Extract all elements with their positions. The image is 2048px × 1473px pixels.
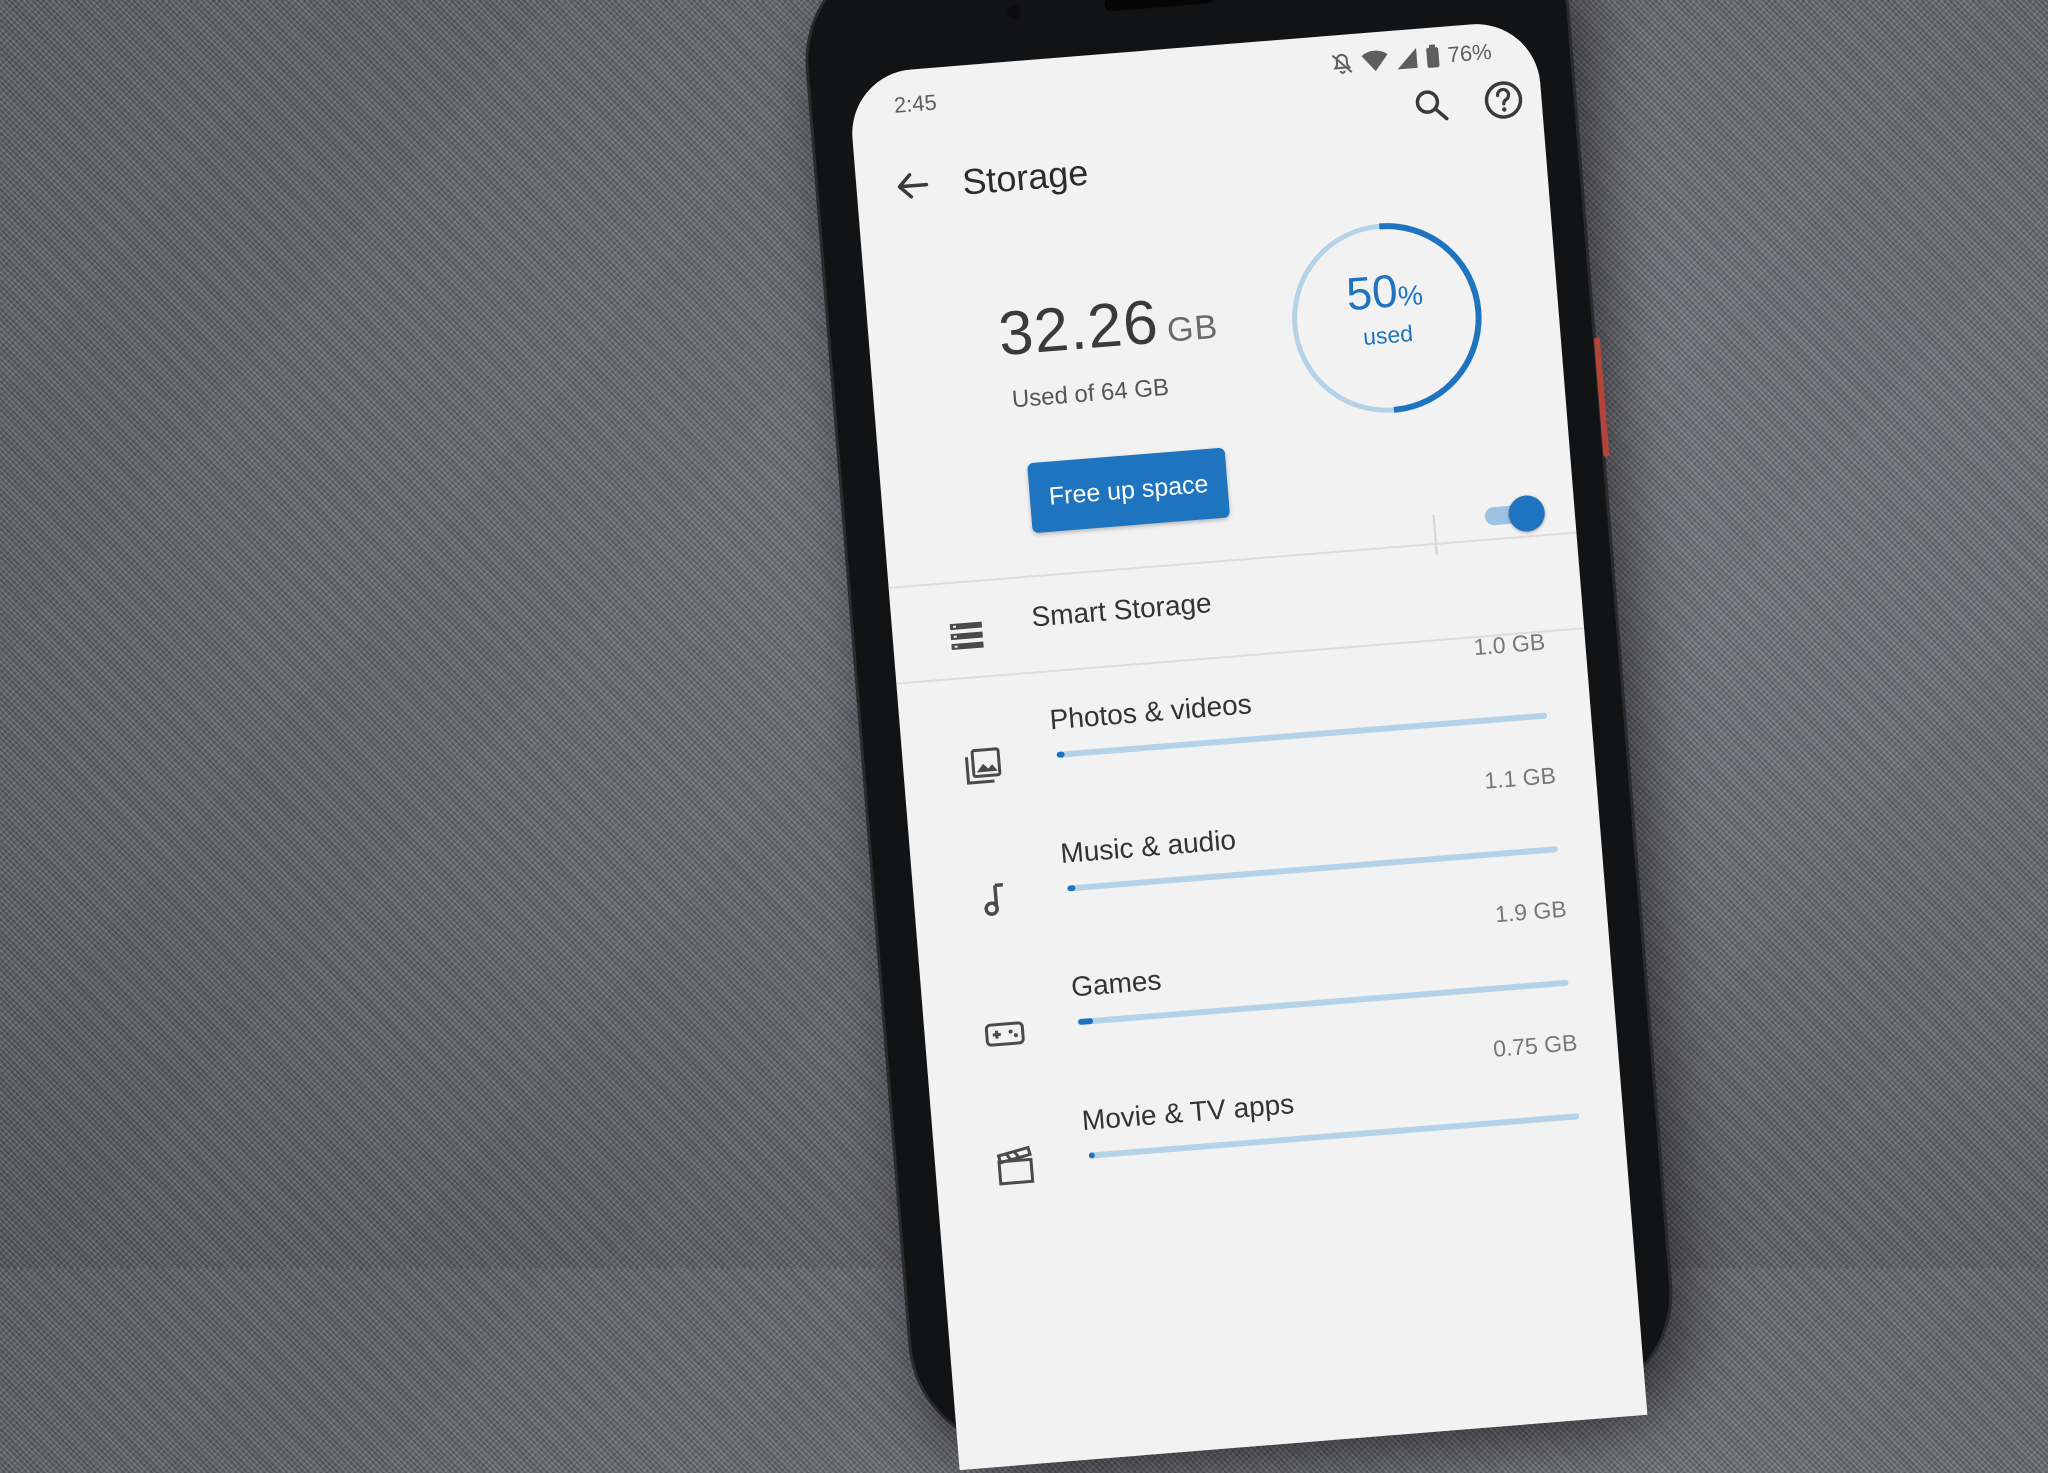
status-icons: 76%	[1329, 39, 1493, 78]
free-up-space-button[interactable]: Free up space	[1027, 447, 1231, 534]
help-button[interactable]	[1473, 70, 1533, 130]
back-button[interactable]	[882, 156, 942, 216]
usage-percent-sign: %	[1396, 279, 1425, 313]
back-arrow-icon	[897, 173, 929, 199]
photo-library-icon	[964, 747, 1002, 785]
page-title: Storage	[960, 151, 1090, 203]
help-icon	[1484, 81, 1523, 119]
category-usage-fill	[1077, 1017, 1094, 1026]
category-size: 1.0 GB	[1472, 628, 1547, 661]
category-label: Photos & videos	[1048, 688, 1253, 736]
movie-clapper-icon	[996, 1145, 1035, 1186]
phone-device: 2:45 76% Storage 32.26 GB Used of 64 GB …	[800, 0, 1678, 1471]
toggle-thumb	[1507, 494, 1547, 533]
storage-screen: 2:45 76% Storage 32.26 GB Used of 64 GB …	[847, 19, 1648, 1471]
bell-off-icon	[1331, 53, 1353, 74]
status-clock: 2:45	[892, 89, 938, 118]
category-size: 1.9 GB	[1494, 895, 1568, 928]
smart-storage-toggle[interactable]	[1477, 494, 1547, 535]
gamepad-icon	[984, 1021, 1025, 1047]
used-of-total: Used of 64 GB	[1010, 373, 1170, 414]
category-label: Movie & TV apps	[1080, 1088, 1296, 1137]
battery-percentage: 76%	[1446, 38, 1493, 68]
category-usage-fill	[1067, 884, 1076, 892]
used-storage-value: 32.26	[995, 287, 1162, 370]
smart-storage-label: Smart Storage	[1030, 587, 1213, 633]
usage-percent-value: 50	[1344, 264, 1400, 321]
storage-list-icon	[949, 621, 984, 651]
wifi-icon	[1361, 50, 1388, 72]
category-size: 0.75 GB	[1492, 1029, 1579, 1062]
used-storage-unit: GB	[1165, 307, 1220, 350]
battery-icon	[1426, 44, 1440, 68]
used-storage-amount: 32.26 GB	[996, 282, 1220, 370]
earpiece-speaker	[1104, 0, 1215, 12]
search-icon	[1415, 90, 1449, 121]
music-note-icon	[984, 882, 1003, 916]
category-size: 1.1 GB	[1483, 762, 1557, 794]
power-button	[1593, 337, 1610, 458]
front-camera	[1004, 2, 1024, 22]
search-button[interactable]	[1402, 76, 1462, 136]
cell-signal-icon	[1397, 47, 1418, 70]
category-usage-fill	[1056, 751, 1065, 758]
toggle-separator	[1432, 514, 1438, 555]
category-label: Music & audio	[1059, 823, 1238, 869]
category-usage-fill	[1088, 1152, 1095, 1159]
category-label: Games	[1069, 964, 1163, 1003]
